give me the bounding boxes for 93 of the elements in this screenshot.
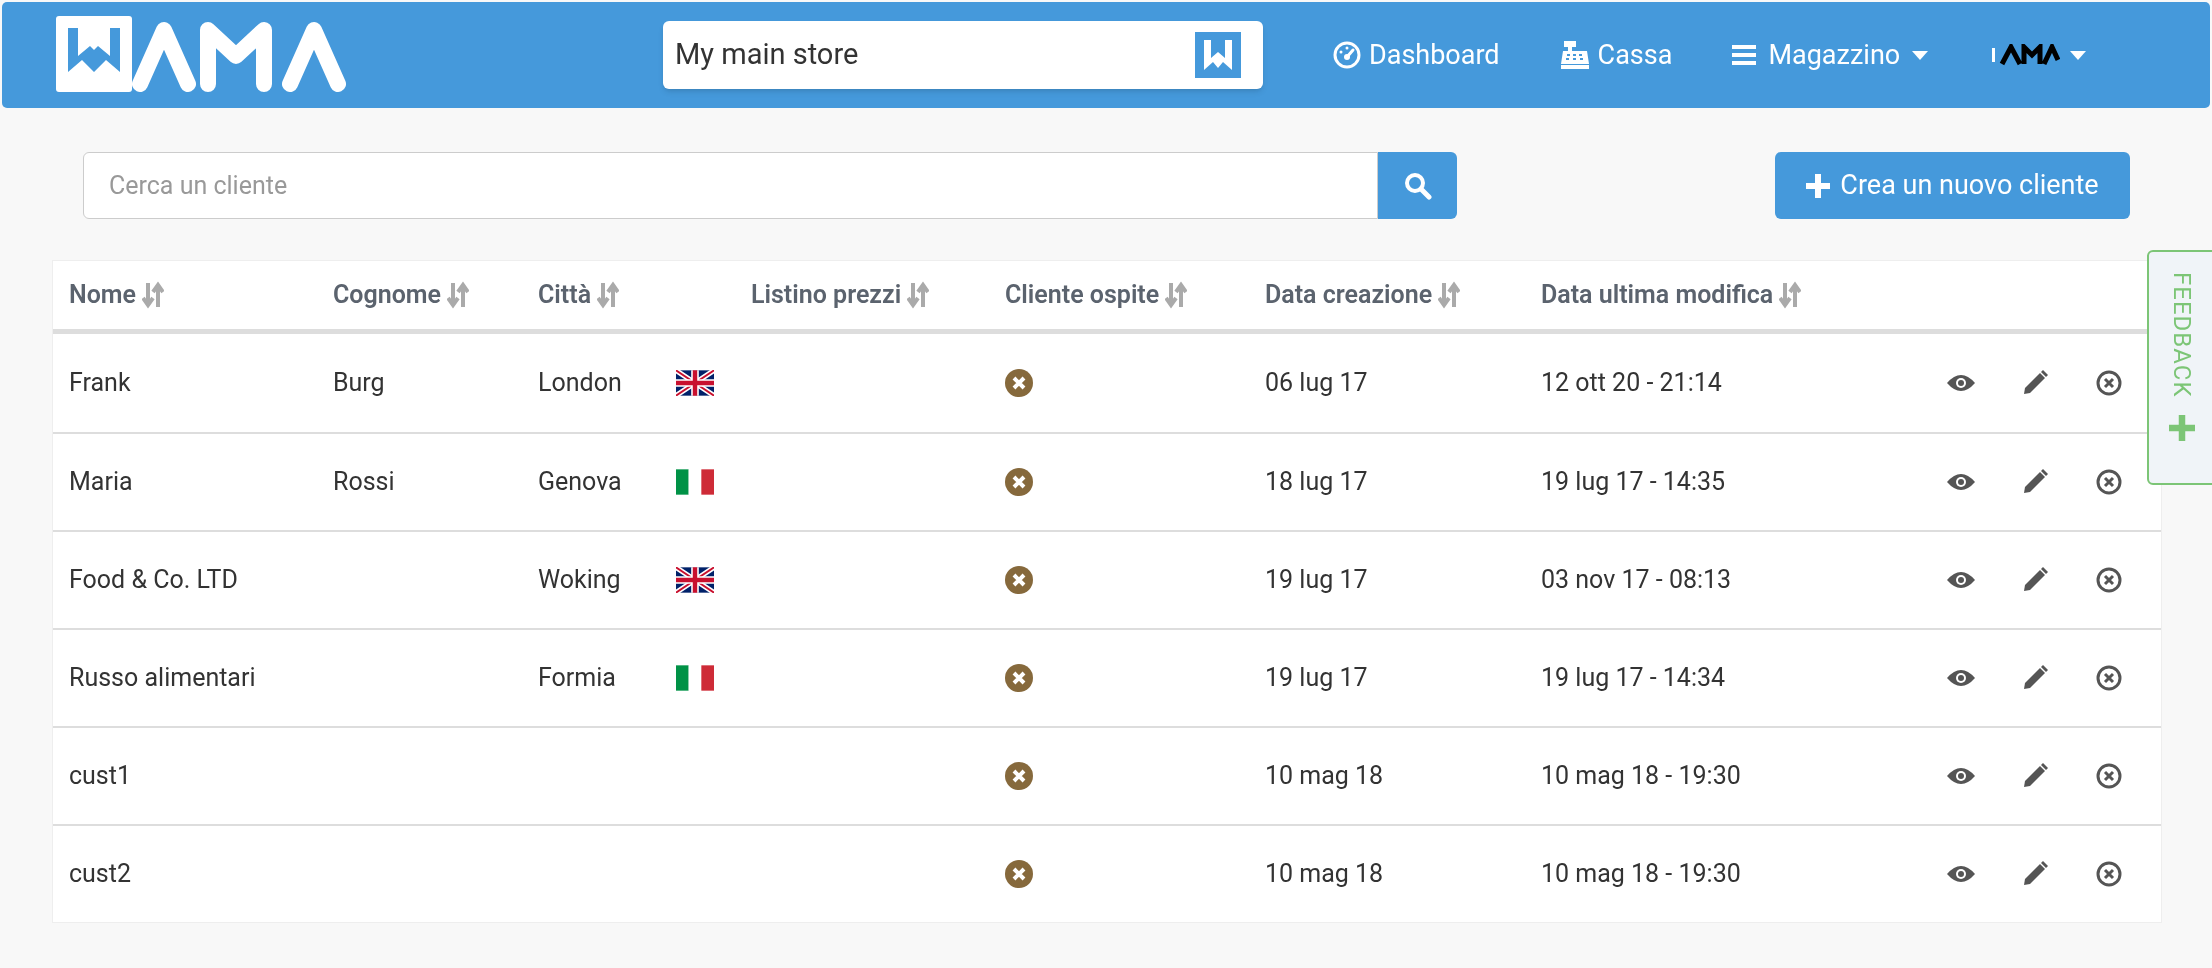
customer-surname: Rossi: [333, 467, 395, 497]
search-field[interactable]: Cerca un cliente: [83, 152, 1378, 219]
italy-flag-icon: [676, 665, 714, 691]
uk-flag-icon: [676, 567, 714, 593]
view-button[interactable]: [1946, 373, 1976, 393]
sort-icon: [1438, 281, 1461, 309]
cash-register-icon: [1559, 40, 1590, 70]
sort-icon: [597, 281, 620, 309]
cross-circle-icon: [2096, 763, 2122, 789]
nav-label: Magazzino: [1768, 37, 1901, 73]
customer-surname: Burg: [333, 368, 385, 398]
user-menu[interactable]: [1992, 44, 2087, 66]
menu-icon: [1732, 43, 1757, 67]
delete-button[interactable]: [2094, 469, 2124, 495]
city-name: London: [538, 367, 623, 400]
modification-date: 12 ott 20 - 21:14: [1541, 368, 1722, 398]
user-logo-icon: [1992, 44, 2061, 66]
delete-button[interactable]: [2094, 370, 2124, 396]
customer-name: cust1: [69, 761, 131, 791]
view-button[interactable]: [1946, 766, 1976, 786]
store-logo-icon: [1195, 32, 1241, 78]
pencil-icon: [2022, 370, 2048, 396]
creation-date: 19 lug 17: [1265, 663, 1368, 693]
sort-icon: [907, 281, 930, 309]
customer-name: Food & Co. LTD: [69, 565, 238, 595]
cross-circle-icon: [2096, 469, 2122, 495]
eye-icon: [1946, 570, 1976, 590]
column-header[interactable]: Listino prezzi: [751, 276, 902, 314]
customer-name: Frank: [69, 368, 131, 398]
column-header[interactable]: Data ultima modifica: [1541, 276, 1774, 314]
view-button[interactable]: [1946, 668, 1976, 688]
column-header[interactable]: Cognome: [333, 276, 441, 314]
store-selector[interactable]: My main store: [663, 21, 1263, 89]
city-name: Genova: [538, 466, 623, 499]
nav-label: Dashboard: [1369, 37, 1500, 73]
city-name: Formia: [538, 662, 617, 695]
city-name: Woking: [538, 564, 622, 597]
nav-link[interactable]: Cassa: [1559, 34, 1673, 76]
column-header[interactable]: Cliente ospite: [1005, 276, 1160, 314]
uk-flag-icon: [676, 370, 714, 396]
search-icon: [1403, 171, 1432, 200]
gauge-icon: [1333, 41, 1361, 69]
modification-date: 10 mag 18 - 19:30: [1541, 761, 1741, 791]
creation-date: 06 lug 17: [1265, 368, 1368, 398]
sort-icon: [447, 281, 469, 309]
sort-icon: [1165, 281, 1188, 309]
plus-icon: [1806, 173, 1831, 198]
creation-date: 10 mag 18: [1265, 761, 1384, 791]
cross-circle-icon: [2096, 567, 2122, 593]
modification-date: 10 mag 18 - 19:30: [1541, 859, 1741, 889]
eye-icon: [1946, 373, 1976, 393]
pencil-icon: [2022, 567, 2048, 593]
creation-date: 19 lug 17: [1265, 565, 1368, 595]
eye-icon: [1946, 472, 1976, 492]
pencil-icon: [2022, 763, 2048, 789]
pencil-icon: [2022, 861, 2048, 887]
sort-icon: [1779, 281, 1802, 309]
creation-date: 18 lug 17: [1265, 467, 1368, 497]
delete-button[interactable]: [2094, 861, 2124, 887]
nav-link[interactable]: Dashboard: [1333, 34, 1500, 76]
search-button[interactable]: [1378, 152, 1457, 219]
italy-flag-icon: [676, 469, 714, 495]
nav-label: Cassa: [1597, 37, 1673, 73]
delete-button[interactable]: [2094, 665, 2124, 691]
customer-name: Maria: [69, 467, 133, 497]
eye-icon: [1946, 766, 1976, 786]
nav-link[interactable]: Magazzino: [1732, 34, 1929, 76]
caret-icon: [2070, 50, 2087, 60]
store-name: My main store: [675, 36, 859, 74]
plus-icon: [2169, 415, 2195, 442]
cross-circle-icon: [2096, 665, 2122, 691]
modification-date: 19 lug 17 - 14:34: [1541, 663, 1726, 693]
sort-icon: [142, 281, 164, 309]
create-customer-button[interactable]: Crea un nuovo cliente: [1775, 152, 2130, 219]
view-button[interactable]: [1946, 570, 1976, 590]
delete-button[interactable]: [2094, 763, 2124, 789]
cross-circle-icon: [2096, 370, 2122, 396]
modification-date: 03 nov 17 - 08:13: [1541, 565, 1732, 595]
pencil-icon: [2022, 665, 2048, 691]
creation-date: 10 mag 18: [1265, 859, 1384, 889]
delete-button[interactable]: [2094, 567, 2124, 593]
column-header[interactable]: Nome: [69, 276, 136, 314]
eye-icon: [1946, 864, 1976, 884]
view-button[interactable]: [1946, 472, 1976, 492]
column-header[interactable]: Città: [538, 276, 592, 314]
pencil-icon: [2022, 469, 2048, 495]
column-header[interactable]: Data creazione: [1265, 276, 1433, 314]
modification-date: 19 lug 17 - 14:35: [1541, 467, 1726, 497]
view-button[interactable]: [1946, 864, 1976, 884]
customer-name: Russo alimentari: [69, 663, 256, 693]
eye-icon: [1946, 668, 1976, 688]
customer-name: cust2: [69, 859, 131, 889]
cross-circle-icon: [2096, 861, 2122, 887]
